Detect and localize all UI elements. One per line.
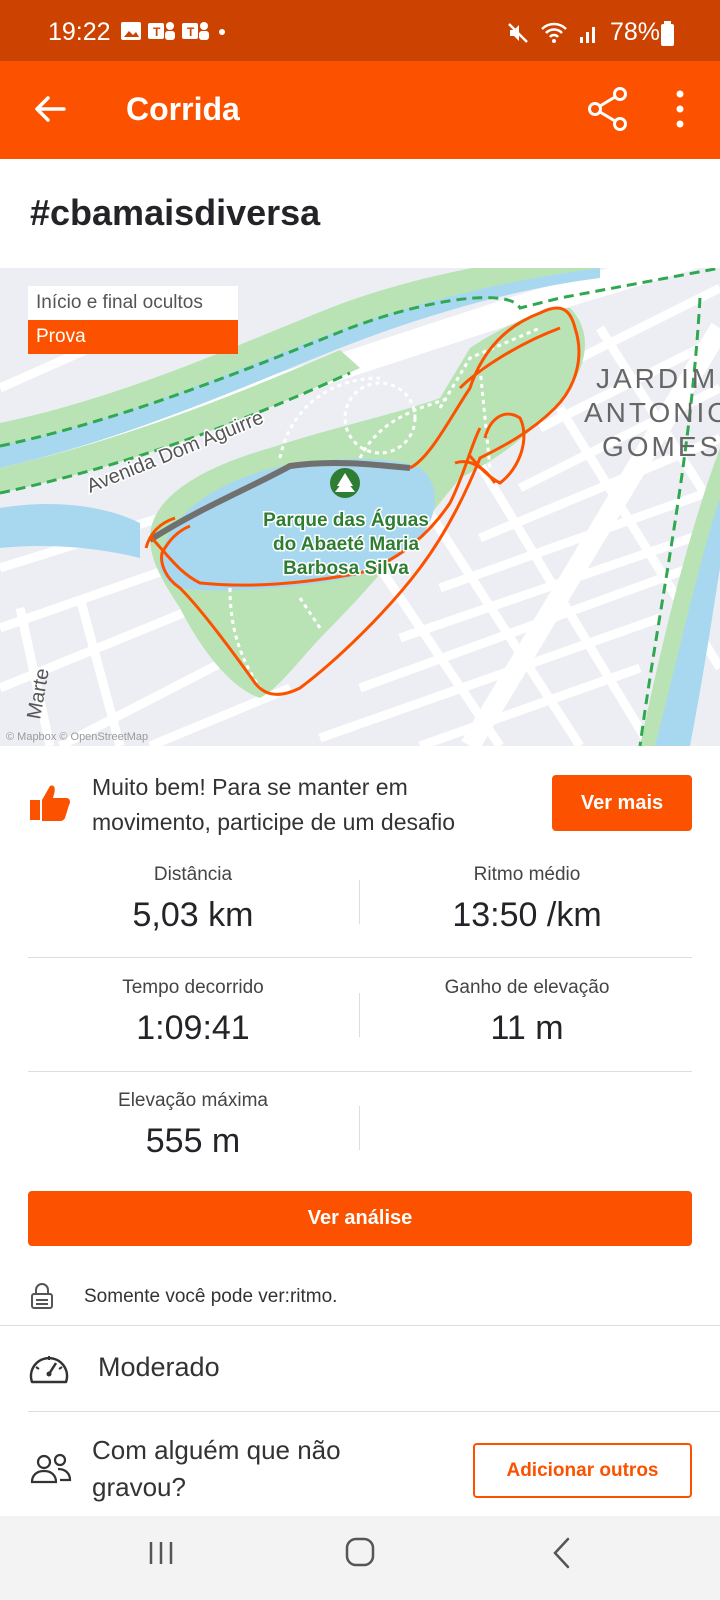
stat-label: Distância [153,864,233,885]
perceived-effort[interactable]: Moderado [98,1352,220,1383]
dot-icon [219,29,225,35]
share-icon[interactable] [584,85,632,133]
status-time: 19:22 [48,18,111,46]
group-prompt: Com alguém que não gravou? [92,1432,412,1506]
stat-label: Ritmo médio [473,864,581,885]
gallery-icon [121,22,141,40]
challenge-prompt-line: Muito bem! Para se manter em [92,774,408,800]
stat-value: 13:50 /km [452,896,602,934]
divider [28,957,692,958]
teams-icon: T [182,22,209,40]
lock-icon [31,1283,53,1309]
group-icon [30,1453,72,1484]
divider [28,1071,692,1072]
app-bar: Corrida [0,61,720,159]
page-title: Corrida [126,91,240,127]
svg-text:T: T [153,25,161,39]
divider [359,1106,360,1150]
divider [359,880,360,924]
add-others-button[interactable]: Adicionar outros [473,1443,692,1498]
speedometer-icon [29,1356,69,1384]
challenge-prompt-line: movimento, participe de um desafio [92,809,456,835]
challenge-prompt: Muito bem! Para se manter em movimento, … [92,770,532,840]
recent-apps-icon[interactable] [146,1538,176,1568]
more-options-icon[interactable] [668,87,692,131]
race-tag: Prova [28,320,238,354]
battery-percent: 78% [609,18,660,46]
see-more-button[interactable]: Ver mais [552,775,692,831]
hidden-start-end-label: Início e final ocultos [28,286,238,320]
district-label: JARDIM [596,363,718,394]
status-bar: 19:22 T T 78% [0,0,720,61]
wifi-icon [541,22,567,43]
stat-value: 1:09:41 [136,1009,250,1047]
stat-value: 11 m [490,1009,564,1047]
stat-elevation-gain: Ganho de elevação 11 m [362,977,692,1048]
battery-icon [661,21,674,46]
divider [359,993,360,1037]
privacy-note: Somente você pode ver:ritmo. [84,1286,338,1307]
park-label: do Abaeté Maria [273,534,419,555]
divider [0,1325,720,1326]
divider [28,1411,720,1412]
view-analysis-button[interactable]: Ver análise [28,1191,692,1246]
district-label: ANTONIO [584,397,720,428]
back-arrow-icon[interactable] [30,89,70,129]
stat-label: Ganho de elevação [444,977,610,998]
system-nav-bar [0,1516,720,1600]
mute-icon [508,22,528,43]
stat-label: Elevação máxima [118,1090,268,1111]
thumbs-up-icon [30,785,70,821]
stat-distance: Distância 5,03 km [28,864,358,935]
map-attribution: © Mapbox © OpenStreetMap [6,731,148,743]
signal-icon [579,26,595,43]
home-icon[interactable] [344,1536,376,1568]
notification-icons: T T [120,20,228,42]
group-prompt-line: gravou? [92,1472,186,1502]
status-right: 78% [506,18,660,47]
teams-icon: T [148,22,175,40]
stat-value: 5,03 km [132,896,254,934]
svg-text:T: T [187,25,195,39]
stat-elapsed-time: Tempo decorrido 1:09:41 [28,977,358,1048]
stat-value: 555 m [145,1122,241,1160]
group-prompt-line: Com alguém que não [92,1435,341,1465]
park-label: Parque das Águas [263,509,429,531]
stat-max-elevation: Elevação máxima 555 m [28,1090,358,1161]
activity-title: #cbamaisdiversa [30,192,321,233]
park-label: Barbosa Silva [283,558,409,579]
district-label: GOMES [602,431,720,462]
stat-average-pace: Ritmo médio 13:50 /km [362,864,692,935]
stat-label: Tempo decorrido [122,977,264,998]
back-icon[interactable] [550,1536,572,1570]
